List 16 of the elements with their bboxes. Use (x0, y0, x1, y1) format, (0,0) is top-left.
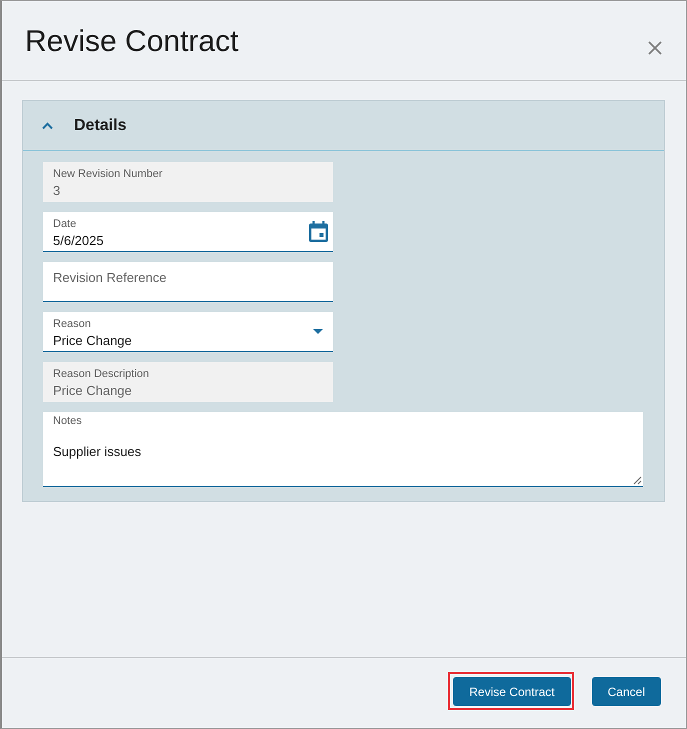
text-field[interactable]: Revision Reference (43, 262, 333, 302)
dropdown-field[interactable]: Reason Price Change (43, 312, 333, 352)
dialog-title: Revise Contract (25, 25, 238, 59)
resize-grip-icon[interactable] (633, 476, 642, 485)
submit-button[interactable]: Revise Contract (453, 677, 571, 706)
close-icon (648, 40, 662, 54)
notes-field[interactable]: Notes Supplier issues (43, 412, 643, 487)
cancel-button[interactable]: Cancel (592, 677, 661, 706)
section-title: Details (74, 116, 126, 134)
close-button[interactable] (648, 40, 662, 54)
readonly-field: Reason Description Price Change (43, 362, 333, 402)
chevron-up-icon[interactable] (42, 122, 53, 130)
readonly-field: New Revision Number 3 (43, 162, 333, 202)
caret-icon[interactable] (313, 329, 323, 334)
date-field[interactable]: Date 5/6/2025 (43, 212, 333, 252)
calendar-icon[interactable] (309, 221, 328, 242)
